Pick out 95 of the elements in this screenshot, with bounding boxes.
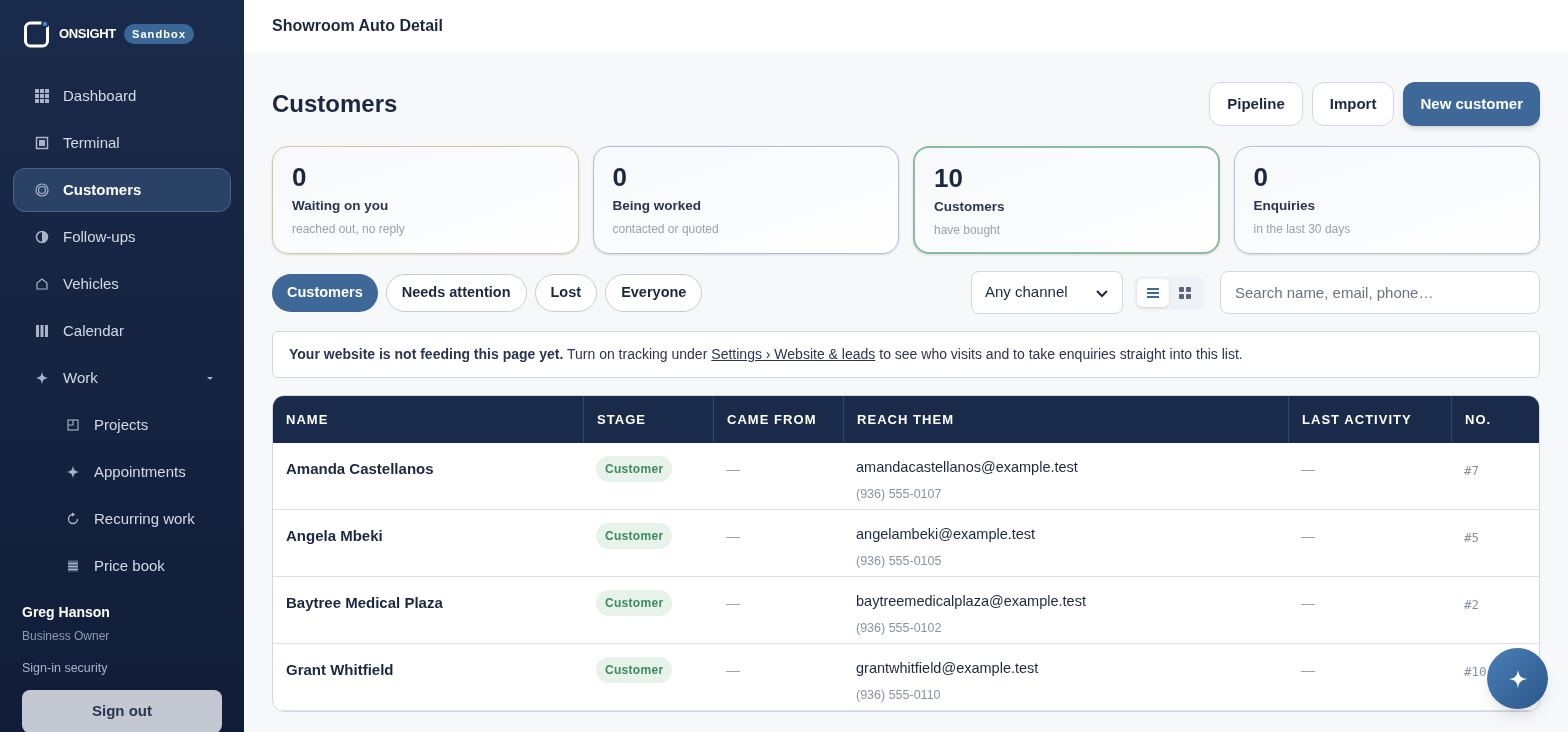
refresh-icon bbox=[66, 512, 80, 526]
stat-label: Waiting on you bbox=[292, 196, 390, 215]
business-name: Showroom Auto Detail bbox=[272, 16, 443, 36]
sparkle-icon bbox=[35, 371, 49, 385]
action-button[interactable]: New customer bbox=[1403, 82, 1540, 126]
stat-caption: have bought bbox=[934, 221, 1002, 239]
customer-name: Grant Whitfield bbox=[286, 661, 394, 678]
sidebar-item[interactable]: Dashboard bbox=[13, 74, 231, 118]
sidebar-item[interactable]: Projects bbox=[13, 403, 231, 447]
sidebar-item[interactable]: Calendar bbox=[13, 309, 231, 353]
notice-text: to see who visits and to take enquiries straight into this list. bbox=[879, 345, 1243, 364]
column-header: NO. bbox=[1451, 396, 1539, 443]
last-activity-text: — bbox=[1301, 595, 1315, 611]
email-text: amandacastellanos@example.test bbox=[856, 458, 1079, 477]
column-header: STAGE bbox=[583, 396, 713, 443]
sidebar-item[interactable]: Work bbox=[13, 356, 231, 400]
user-role: Business Owner bbox=[22, 628, 111, 645]
stat-caption: contacted or quoted bbox=[612, 220, 720, 238]
half-circle-icon bbox=[35, 230, 49, 244]
stat-caption: reached out, no reply bbox=[292, 220, 406, 238]
email-text: grantwhitfield@example.test bbox=[856, 659, 1040, 678]
sidebar-item[interactable]: Customers bbox=[13, 168, 231, 212]
customer-number: #7 bbox=[1464, 463, 1480, 478]
sign-in-security-link[interactable]: Sign-in security bbox=[22, 659, 222, 678]
sidebar-item[interactable]: Price book bbox=[13, 544, 231, 588]
phone-text: (936) 555-0107 bbox=[856, 485, 943, 503]
came-from-text: — bbox=[726, 528, 740, 544]
logo-icon bbox=[24, 20, 51, 48]
filter-tab[interactable]: Lost bbox=[534, 273, 598, 312]
column-header: CAME FROM bbox=[713, 396, 843, 443]
sparkle-icon bbox=[66, 465, 80, 479]
grid-icon bbox=[1177, 284, 1193, 301]
sidebar-item[interactable]: Appointments bbox=[13, 450, 231, 494]
stat-label: Enquiries bbox=[1253, 196, 1316, 215]
customer-name: Angela Mbeki bbox=[286, 527, 383, 544]
stat-value: 0 bbox=[612, 161, 628, 194]
stat-card[interactable]: 0 Being worked contacted or quoted bbox=[592, 146, 899, 254]
filter-tab[interactable]: Needs attention bbox=[385, 273, 527, 312]
stat-label: Customers bbox=[934, 197, 1006, 216]
email-text: baytreemedicalplaza@example.test bbox=[856, 592, 1087, 611]
action-button[interactable]: Pipeline bbox=[1209, 82, 1303, 126]
action-button[interactable]: Import bbox=[1311, 82, 1395, 126]
page-title: Customers bbox=[272, 89, 398, 119]
phone-text: (936) 555-0110 bbox=[856, 686, 942, 704]
stat-caption: in the last 30 days bbox=[1253, 220, 1352, 238]
came-from-text: — bbox=[726, 662, 740, 678]
house-icon bbox=[35, 277, 49, 291]
stat-card[interactable]: 0 Enquiries in the last 30 days bbox=[1233, 146, 1540, 254]
stat-card[interactable]: 10 Customers have bought bbox=[913, 146, 1220, 254]
list-icon bbox=[66, 559, 80, 573]
grid-icon bbox=[35, 89, 49, 103]
email-text: angelambeki@example.test bbox=[856, 525, 1037, 544]
stage-badge: Customer bbox=[596, 590, 673, 616]
customer-name: Baytree Medical Plaza bbox=[286, 594, 443, 611]
came-from-text: — bbox=[726, 461, 740, 477]
sidebar-item[interactable]: Follow-ups bbox=[13, 215, 231, 259]
stat-label: Being worked bbox=[612, 196, 702, 215]
phone-text: (936) 555-0102 bbox=[856, 619, 943, 637]
target-icon bbox=[35, 183, 49, 197]
stat-value: 10 bbox=[934, 162, 964, 195]
last-activity-text: — bbox=[1301, 662, 1315, 678]
sidebar-item[interactable]: Recurring work bbox=[13, 497, 231, 541]
column-header: NAME bbox=[285, 410, 330, 429]
phone-text: (936) 555-0105 bbox=[856, 552, 943, 570]
settings-link[interactable]: Settings › Website & leads bbox=[711, 344, 876, 365]
sign-out-button[interactable]: Sign out bbox=[22, 689, 222, 732]
customer-number: #5 bbox=[1464, 530, 1480, 545]
brand-name: ONSIGHT bbox=[59, 25, 116, 44]
customer-number: #2 bbox=[1464, 597, 1480, 612]
stage-badge: Customer bbox=[596, 657, 673, 683]
customer-number: #10 bbox=[1464, 664, 1487, 679]
sidebar-item[interactable]: Terminal bbox=[13, 121, 231, 165]
column-header: REACH THEM bbox=[843, 396, 1288, 443]
stage-badge: Customer bbox=[596, 523, 673, 549]
notice-text: Your website is not feeding this page yet. Turn on tracking under bbox=[289, 345, 708, 364]
stage-badge: Customer bbox=[596, 456, 673, 482]
last-activity-text: — bbox=[1301, 461, 1315, 477]
stat-value: 0 bbox=[292, 161, 308, 194]
square-icon bbox=[35, 136, 49, 150]
list-view-button[interactable] bbox=[1137, 278, 1169, 307]
filter-tab[interactable]: Customers bbox=[272, 273, 378, 312]
sidebar-item[interactable]: Vehicles bbox=[13, 262, 231, 306]
stat-card[interactable]: 0 Waiting on you reached out, no reply bbox=[272, 146, 579, 254]
last-activity-text: — bbox=[1301, 528, 1315, 544]
search-field[interactable]: Search name, email, phone… bbox=[1220, 271, 1540, 314]
stat-value: 0 bbox=[1253, 161, 1269, 194]
column-header: LAST ACTIVITY bbox=[1288, 396, 1451, 443]
channel-dropdown[interactable]: Any channel bbox=[971, 271, 1123, 314]
user-name: Greg Hanson bbox=[22, 603, 111, 622]
customer-name: Amanda Castellanos bbox=[286, 460, 434, 477]
came-from-text: — bbox=[726, 595, 740, 611]
filter-tab[interactable]: Everyone bbox=[605, 273, 703, 312]
sandbox-badge: Sandbox bbox=[123, 23, 195, 45]
board-icon bbox=[66, 418, 80, 432]
columns-icon bbox=[35, 324, 49, 338]
